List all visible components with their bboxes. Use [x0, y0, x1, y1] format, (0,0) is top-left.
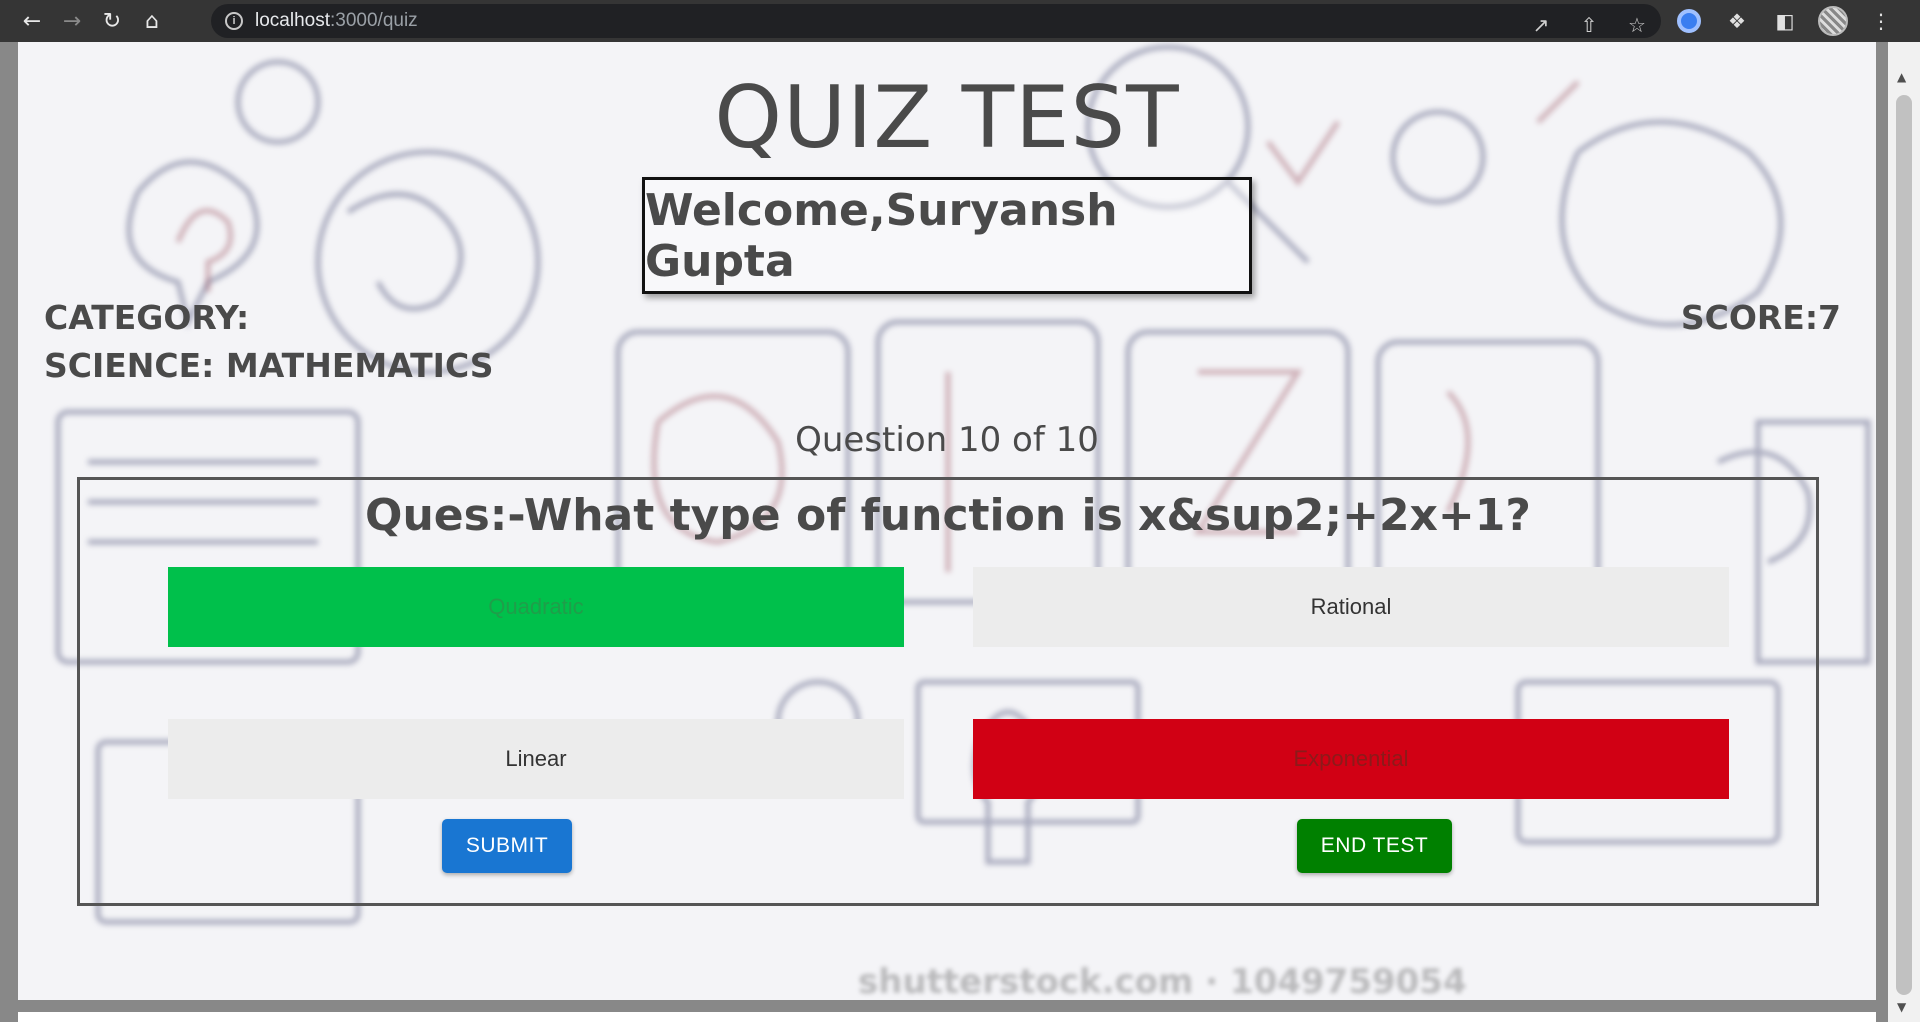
forward-icon[interactable]: → — [52, 1, 92, 41]
scrollbar-thumb[interactable] — [1896, 95, 1912, 995]
option-exponential-button[interactable]: Exponential — [973, 719, 1729, 799]
side-panel-icon[interactable]: ◧ — [1761, 0, 1809, 42]
category-label: CATEGORY: — [44, 298, 250, 337]
share-icon[interactable]: ⇧ — [1565, 4, 1613, 46]
address-bar[interactable]: i localhost:3000/quiz ↗ ⇧ ☆ — [211, 4, 1661, 38]
question-text: Ques:-What type of function is x&sup2;+2… — [365, 490, 1531, 541]
menu-kebab-icon[interactable]: ⋮ — [1857, 0, 1905, 42]
submit-button[interactable]: SUBMIT — [442, 819, 572, 873]
image-watermark: shutterstock.com · 1049759054 — [858, 962, 1467, 1002]
profile-avatar-icon[interactable] — [1809, 0, 1857, 42]
url-path: :3000/quiz — [330, 10, 418, 31]
category-value: SCIENCE: MATHEMATICS — [44, 346, 494, 385]
end-test-button[interactable]: END TEST — [1297, 819, 1452, 873]
page-frame-right — [1876, 42, 1888, 1022]
quiz-page: QUIZ TEST Welcome,Suryansh Gupta CATEGOR… — [18, 42, 1876, 1002]
url-host: localhost — [255, 10, 330, 31]
scroll-down-arrow-icon[interactable]: ▼ — [1897, 1000, 1906, 1014]
page-title: QUIZ TEST — [714, 68, 1180, 168]
scroll-up-arrow-icon[interactable]: ▲ — [1897, 70, 1906, 84]
question-counter: Question 10 of 10 — [795, 420, 1099, 460]
reload-icon[interactable]: ↻ — [92, 1, 132, 41]
option-linear-button[interactable]: Linear — [168, 719, 904, 799]
option-quadratic-button[interactable]: Quadratic — [168, 567, 904, 647]
question-card: Ques:-What type of function is x&sup2;+2… — [77, 477, 1819, 906]
score-display: SCORE:7 — [1680, 298, 1841, 337]
extensions-puzzle-icon[interactable]: ❖ — [1713, 0, 1761, 42]
open-external-icon[interactable]: ↗ — [1517, 4, 1565, 46]
welcome-banner: Welcome,Suryansh Gupta — [642, 177, 1252, 294]
page-frame-left — [0, 42, 18, 1022]
home-icon[interactable]: ⌂ — [132, 1, 172, 41]
extension-blue-icon[interactable] — [1665, 0, 1713, 42]
bookmark-star-icon[interactable]: ☆ — [1613, 4, 1661, 46]
option-rational-button[interactable]: Rational — [973, 567, 1729, 647]
site-info-icon[interactable]: i — [225, 12, 243, 30]
browser-toolbar: ← → ↻ ⌂ i localhost:3000/quiz ↗ ⇧ ☆ ❖ ◧ … — [0, 0, 1920, 42]
back-icon[interactable]: ← — [12, 1, 52, 41]
